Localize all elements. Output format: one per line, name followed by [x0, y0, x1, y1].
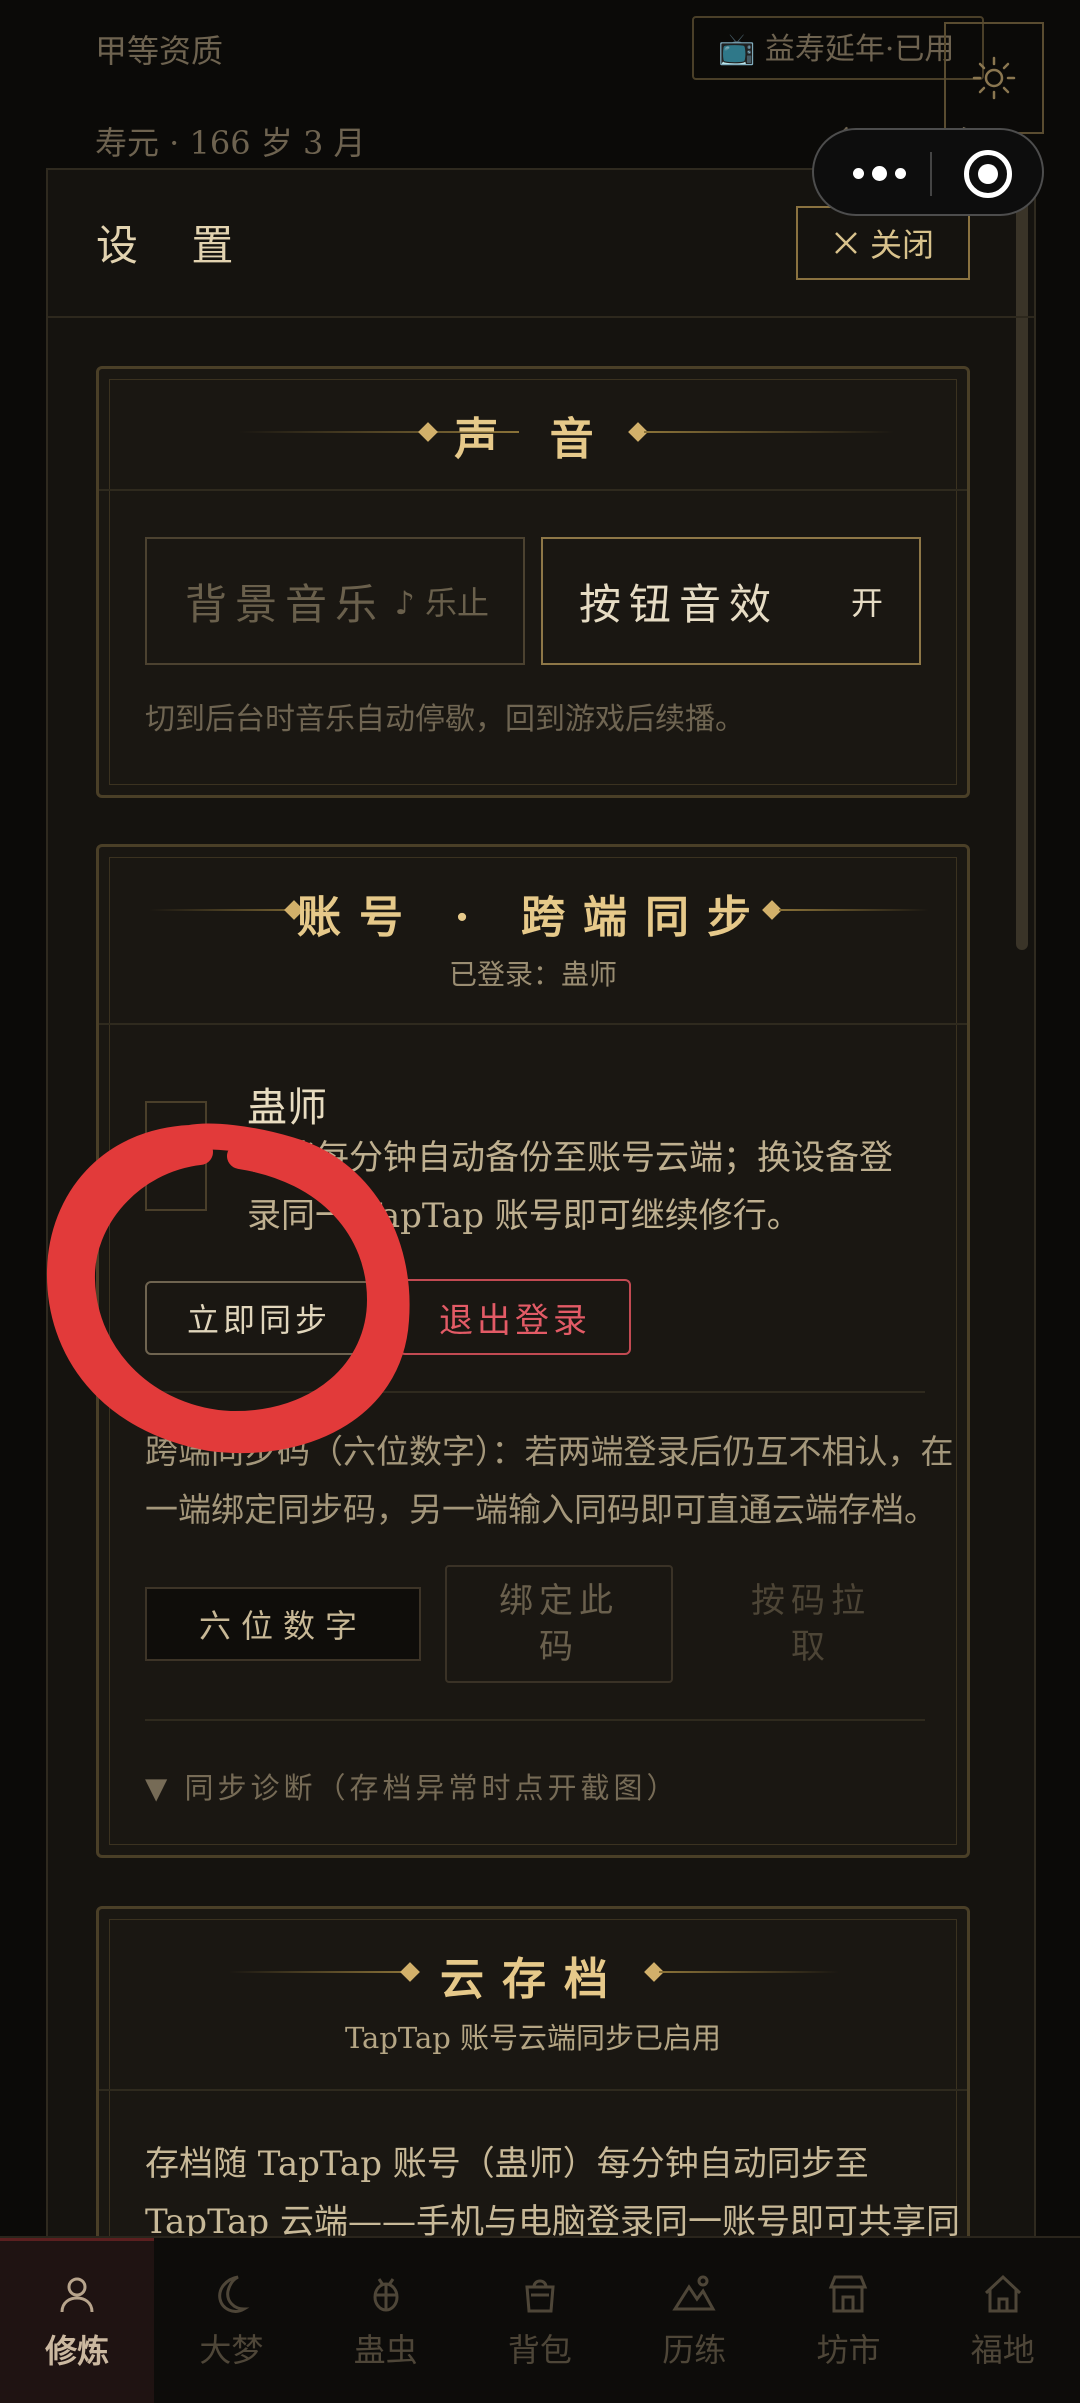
card-divider: [99, 489, 967, 491]
bgm-toggle[interactable]: 背景音乐 ♪ 乐止: [145, 537, 525, 665]
modal-scrollbar[interactable]: [1016, 182, 1028, 950]
sync-now-button[interactable]: 立即同步: [145, 1281, 373, 1355]
nav-item-market[interactable]: 坊市: [771, 2238, 925, 2403]
title-deco-right: [779, 909, 929, 911]
bgm-label: 背景音乐: [185, 579, 386, 629]
cloud-desc-line1: 存档随 TapTap 账号（蛊师）每分钟自动同步至: [145, 2144, 869, 2184]
exit-icon[interactable]: [964, 150, 1012, 198]
modal-title: 设 置: [96, 221, 254, 270]
card-divider: [99, 1023, 967, 1025]
nav-label: 历练: [662, 2330, 727, 2369]
sound-note: 切到后台时音乐自动停歇，回到游戏后续播。: [145, 702, 745, 737]
account-title: 账号 · 跨端同步: [297, 892, 769, 943]
mountain-icon: [672, 2275, 716, 2310]
nav-label: 背包: [507, 2330, 572, 2369]
account-desc-line2: 录同一 TapTap 账号即可继续修行。: [247, 1196, 801, 1236]
capsule-separator: [930, 152, 932, 196]
cloud-title: 云存档: [440, 1954, 626, 2005]
sun-icon: [972, 56, 1016, 100]
nav-item-gu[interactable]: 蛊虫: [309, 2238, 463, 2403]
nav-label: 福地: [970, 2330, 1035, 2369]
pull-by-code-button[interactable]: 按码拉 取: [697, 1565, 925, 1683]
header-divider: [48, 316, 1034, 318]
sfx-label: 按钮音效: [579, 579, 780, 629]
pull-label-line1: 按码拉: [751, 1581, 871, 1621]
sync-code-desc-line2: 一端绑定同步码，另一端输入同码即可直通云端存档。: [145, 1490, 937, 1529]
nav-label: 修炼: [45, 2332, 110, 2370]
nav-item-land[interactable]: 福地: [926, 2238, 1080, 2403]
sync-diagnostics-toggle[interactable]: ▼ 同步诊断（存档异常时点开截图）: [145, 1765, 680, 1807]
nav-label: 蛊虫: [353, 2330, 418, 2369]
pull-label-line2: 取: [791, 1627, 831, 1667]
bag-icon: [525, 2279, 555, 2312]
sound-title: 声 音: [454, 414, 612, 465]
nav-label: 坊市: [816, 2330, 881, 2369]
card-divider: [99, 2089, 967, 2091]
user-name: 蛊师: [247, 1085, 327, 1131]
login-status: 已登录：蛊师: [448, 958, 617, 991]
moon-icon: [218, 2275, 250, 2313]
nav-label: 大梦: [199, 2330, 264, 2369]
account-desc-line1: 存档每分钟自动备份至账号云端；换设备登: [247, 1138, 893, 1178]
bind-label-line2: 码: [539, 1627, 579, 1667]
bind-label-line1: 绑定此: [499, 1581, 619, 1621]
bottom-nav: 修炼 大梦 蛊虫 背包 历练 坊市 福地: [0, 2236, 1080, 2403]
sfx-state: 开: [850, 584, 883, 622]
close-label: 关闭: [869, 226, 934, 264]
close-icon: [835, 232, 857, 254]
account-card: 账号 · 跨端同步 已登录：蛊师 蛊师 存档每分钟自动备份至账号云端；换设备登 …: [96, 844, 970, 1858]
close-button[interactable]: 关闭: [796, 206, 970, 280]
more-icon[interactable]: [844, 148, 914, 198]
sound-card: 声 音 背景音乐 ♪ 乐止 按钮音效 开 切到后台时音乐自动停歇，回到游戏后续播…: [96, 366, 970, 798]
title-deco-right: [644, 431, 894, 433]
section-divider: [145, 1719, 925, 1721]
section-divider: [145, 1391, 925, 1393]
sync-code-desc-line1: 跨端同步码（六位数字）：若两端登录后仍互不相认，在: [145, 1432, 954, 1471]
lifespan-label: 寿元 · 166 岁 3 月: [95, 124, 366, 162]
bind-code-button[interactable]: 绑定此 码: [445, 1565, 673, 1683]
nav-item-cultivate[interactable]: 修炼: [0, 2238, 155, 2403]
brightness-button[interactable]: [944, 22, 1044, 134]
logout-button[interactable]: 退出登录: [399, 1279, 631, 1355]
cloud-subtitle: TapTap 账号云端同步已启用: [344, 2021, 722, 2055]
bug-icon: [373, 2277, 399, 2311]
nav-item-adventure[interactable]: 历练: [617, 2238, 771, 2403]
extend-life-button[interactable]: 📺 益寿延年·已用: [692, 16, 984, 80]
shop-icon: [829, 2275, 868, 2312]
person-icon: [60, 2277, 94, 2313]
nav-item-bag[interactable]: 背包: [463, 2238, 617, 2403]
miniprogram-capsule: [812, 128, 1044, 216]
avatar: [145, 1101, 207, 1211]
nav-item-dream[interactable]: 大梦: [154, 2238, 308, 2403]
home-icon: [984, 2274, 1021, 2312]
bgm-state: ♪ 乐止: [394, 584, 489, 622]
title-deco-right: [659, 1971, 839, 1973]
sync-code-input[interactable]: 六位数字: [145, 1587, 421, 1661]
rank-label: 甲等资质: [95, 32, 224, 70]
sfx-toggle[interactable]: 按钮音效 开: [541, 537, 921, 665]
